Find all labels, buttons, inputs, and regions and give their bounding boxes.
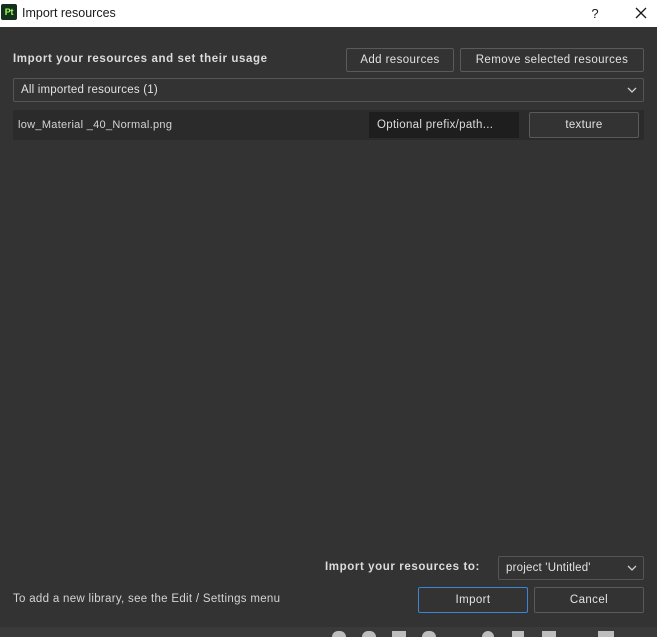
destination-label: Import your resources to: — [325, 561, 480, 573]
toolbar-icon — [392, 631, 406, 637]
toolbar-icon — [512, 631, 524, 637]
window-title: Import resources — [22, 6, 116, 20]
toolbar-icon — [482, 631, 494, 637]
import-resources-dialog: Import your resources and set their usag… — [0, 27, 657, 637]
resource-filter-dropdown[interactable]: All imported resources (1) — [13, 78, 644, 102]
section-heading: Import your resources and set their usag… — [13, 53, 268, 65]
toolbar-icon — [362, 631, 376, 637]
background-toolbar-strip — [0, 627, 657, 637]
toolbar-icon — [598, 631, 614, 637]
resource-filter-value: All imported resources (1) — [21, 84, 158, 96]
painter-app-icon: Pt — [1, 4, 17, 20]
toolbar-icon — [542, 631, 556, 637]
prefix-path-input[interactable] — [369, 112, 519, 138]
toolbar-icon — [422, 631, 436, 637]
toolbar-icon — [332, 631, 346, 637]
import-button[interactable]: Import — [418, 587, 528, 613]
chevron-down-icon — [627, 87, 637, 93]
close-icon — [635, 7, 647, 19]
chevron-down-icon — [627, 565, 637, 571]
destination-value: project 'Untitled' — [506, 562, 591, 574]
library-hint: To add a new library, see the Edit / Set… — [13, 593, 281, 605]
add-resources-button[interactable]: Add resources — [346, 48, 454, 72]
close-button[interactable] — [630, 3, 652, 23]
resource-file-name: low_Material _40_Normal.png — [18, 119, 173, 131]
resource-usage-button[interactable]: texture — [529, 112, 639, 138]
cancel-button[interactable]: Cancel — [534, 587, 644, 613]
help-button[interactable]: ? — [584, 3, 606, 23]
title-bar: Pt Import resources ? — [0, 0, 657, 27]
destination-dropdown[interactable]: project 'Untitled' — [498, 556, 644, 580]
resource-list: low_Material _40_Normal.png texture — [13, 110, 644, 140]
remove-selected-resources-button[interactable]: Remove selected resources — [460, 48, 644, 72]
